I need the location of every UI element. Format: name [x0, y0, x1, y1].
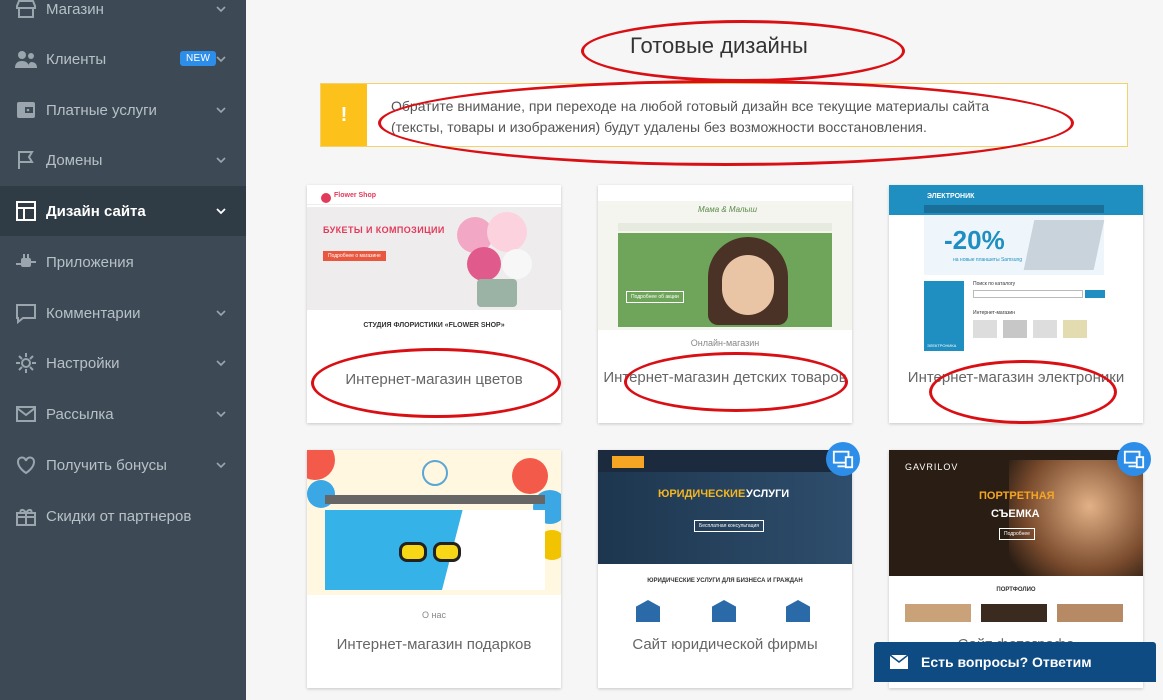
devices-icon: [826, 442, 860, 476]
sidebar-item-partner-discounts[interactable]: Скидки от партнеров: [0, 491, 246, 541]
preview-heading: ПОРТФОЛИО: [996, 587, 1036, 593]
store-icon: [13, 0, 39, 22]
sidebar-item-label: Настройки: [46, 354, 120, 372]
warning-alert: ! Обратите внимание, при переходе на люб…: [320, 83, 1128, 147]
sidebar-item-label: Домены: [46, 151, 103, 169]
design-preview-image: ЭЛЕКТРОНИК -20% на новые планшеты Samsun…: [889, 185, 1143, 355]
preview-heading: СТУДИЯ ФЛОРИСТИКИ «FLOWER SHOP»: [363, 322, 505, 329]
chevron-down-icon: [214, 204, 228, 218]
new-badge: NEW: [180, 51, 217, 66]
sidebar-item-label: Магазин: [46, 0, 104, 18]
sidebar-item-label: Клиенты: [46, 50, 107, 68]
gear-icon: [13, 350, 39, 376]
sidebar-item-clients[interactable]: Клиенты NEW: [0, 34, 246, 84]
preview-promo: -20%: [944, 225, 1005, 255]
comment-icon: [13, 300, 39, 326]
chevron-down-icon: [214, 52, 228, 66]
sidebar-item-label: Скидки от партнеров: [46, 507, 192, 525]
plug-icon: [13, 249, 39, 275]
sidebar-item-label: Комментарии: [46, 304, 141, 322]
preview-button: Бесплатная консультация: [694, 520, 764, 532]
sidebar-item-comments[interactable]: Комментарии: [0, 288, 246, 338]
preview-brand: ЭЛЕКТРОНИК: [927, 193, 975, 200]
preview-heading: ЮРИДИЧЕСКИЕ УСЛУГИ ДЛЯ БИЗНЕСА И ГРАЖДАН: [647, 578, 803, 584]
layout-icon: [13, 198, 39, 224]
flag-icon: [13, 147, 39, 173]
design-card-title: Интернет-магазин цветов: [345, 371, 523, 388]
chevron-down-icon: [214, 306, 228, 320]
design-preview-image: Flower Shop БУКЕТЫ И КОМПОЗИЦИИ Подробне…: [307, 185, 561, 310]
design-card-flowers[interactable]: Flower Shop БУКЕТЫ И КОМПОЗИЦИИ Подробне…: [307, 185, 561, 423]
chevron-down-icon: [214, 458, 228, 472]
wallet-icon: [13, 97, 39, 123]
design-card-subtitle: Онлайн-магазин: [690, 338, 760, 348]
chevron-down-icon: [214, 103, 228, 117]
design-card-title: Интернет-магазин подарков: [336, 636, 532, 653]
page-title: Готовые дизайны: [630, 33, 808, 58]
preview-button: Подробнее о магазине: [323, 251, 386, 261]
sidebar-item-label: Получить бонусы: [46, 456, 167, 474]
preview-button: Подробнее: [999, 528, 1035, 540]
sidebar: Магазин Клиенты NEW Платные услуги Домен…: [0, 0, 246, 700]
preview-logo: Мама & Малыш: [698, 205, 758, 214]
exclamation-icon: !: [321, 84, 367, 146]
design-card-gifts[interactable]: О нас Интернет-магазин подарков: [307, 450, 561, 688]
design-card-title: Сайт юридической фирмы: [632, 636, 818, 653]
preview-catalog-label: Поиск по каталогу: [973, 281, 1016, 287]
preview-promo-sub: на новые планшеты Samsung: [953, 257, 1023, 263]
design-card-kids[interactable]: Мама & Малыш Подробнее об акции Онлайн-м…: [598, 185, 852, 423]
sidebar-item-site-design[interactable]: Дизайн сайта: [0, 186, 246, 236]
gift-icon: [13, 503, 39, 529]
users-icon: [13, 46, 39, 72]
design-card-title: Интернет-магазин детских товаров: [603, 369, 847, 386]
preview-button: Подробнее об акции: [626, 291, 684, 303]
design-card-electronics[interactable]: ЭЛЕКТРОНИК -20% на новые планшеты Samsun…: [889, 185, 1143, 423]
chevron-down-icon: [214, 2, 228, 16]
sidebar-item-domains[interactable]: Домены: [0, 135, 246, 185]
design-preview-image: Мама & Малыш Подробнее об акции: [598, 185, 852, 330]
chevron-down-icon: [214, 407, 228, 421]
preview-section-label: Интернет-магазин: [973, 310, 1015, 316]
design-card-subtitle: О нас: [422, 610, 446, 620]
sidebar-item-label: Дизайн сайта: [46, 202, 146, 220]
design-preview-image: [307, 450, 561, 595]
sidebar-item-mailing[interactable]: Рассылка: [0, 389, 246, 439]
preview-hero-text: БУКЕТЫ И КОМПОЗИЦИИ: [323, 225, 445, 235]
preview-hero-text-b: УСЛУГИ: [746, 488, 790, 500]
chevron-down-icon: [214, 153, 228, 167]
preview-brand: GAVRILOV: [905, 462, 959, 472]
sidebar-item-label: Приложения: [46, 253, 134, 271]
sidebar-item-apps[interactable]: Приложения: [0, 237, 246, 287]
sidebar-item-settings[interactable]: Настройки: [0, 338, 246, 388]
preview-brand: Flower Shop: [334, 192, 376, 199]
sidebar-item-label: Рассылка: [46, 405, 114, 423]
preview-hero-text-a: ЮРИДИЧЕСКИЕ: [658, 488, 746, 500]
sidebar-item-bonuses[interactable]: Получить бонусы: [0, 440, 246, 490]
preview-hero-text-b: СЪЕМКА: [991, 508, 1040, 520]
envelope-icon: [890, 655, 908, 669]
design-preview-image: GAVRILOV ПОРТРЕТНАЯ СЪЕМКА Подробнее ПОР…: [889, 450, 1143, 625]
sidebar-item-label: Платные услуги: [46, 101, 157, 119]
sidebar-item-store[interactable]: Магазин: [0, 0, 246, 34]
design-card-title: Интернет-магазин электроники: [907, 369, 1125, 386]
heart-icon: [13, 452, 39, 478]
chat-button[interactable]: Есть вопросы? Ответим: [874, 642, 1156, 682]
preview-hero-text-a: ПОРТРЕТНАЯ: [979, 490, 1055, 502]
design-preview-image: ЮРИДИЧЕСКИЕ УСЛУГИ Бесплатная консультац…: [598, 450, 852, 625]
alert-text: Обратите внимание, при переходе на любой…: [391, 98, 990, 135]
envelope-icon: [13, 401, 39, 427]
chat-button-label: Есть вопросы? Ответим: [921, 654, 1092, 670]
design-card-law-firm[interactable]: ЮРИДИЧЕСКИЕ УСЛУГИ Бесплатная консультац…: [598, 450, 852, 688]
devices-icon: [1117, 442, 1151, 476]
preview-side-label: ЭЛЕКТРОНИКА: [927, 343, 957, 348]
sidebar-item-paid-services[interactable]: Платные услуги: [0, 85, 246, 135]
chevron-down-icon: [214, 356, 228, 370]
